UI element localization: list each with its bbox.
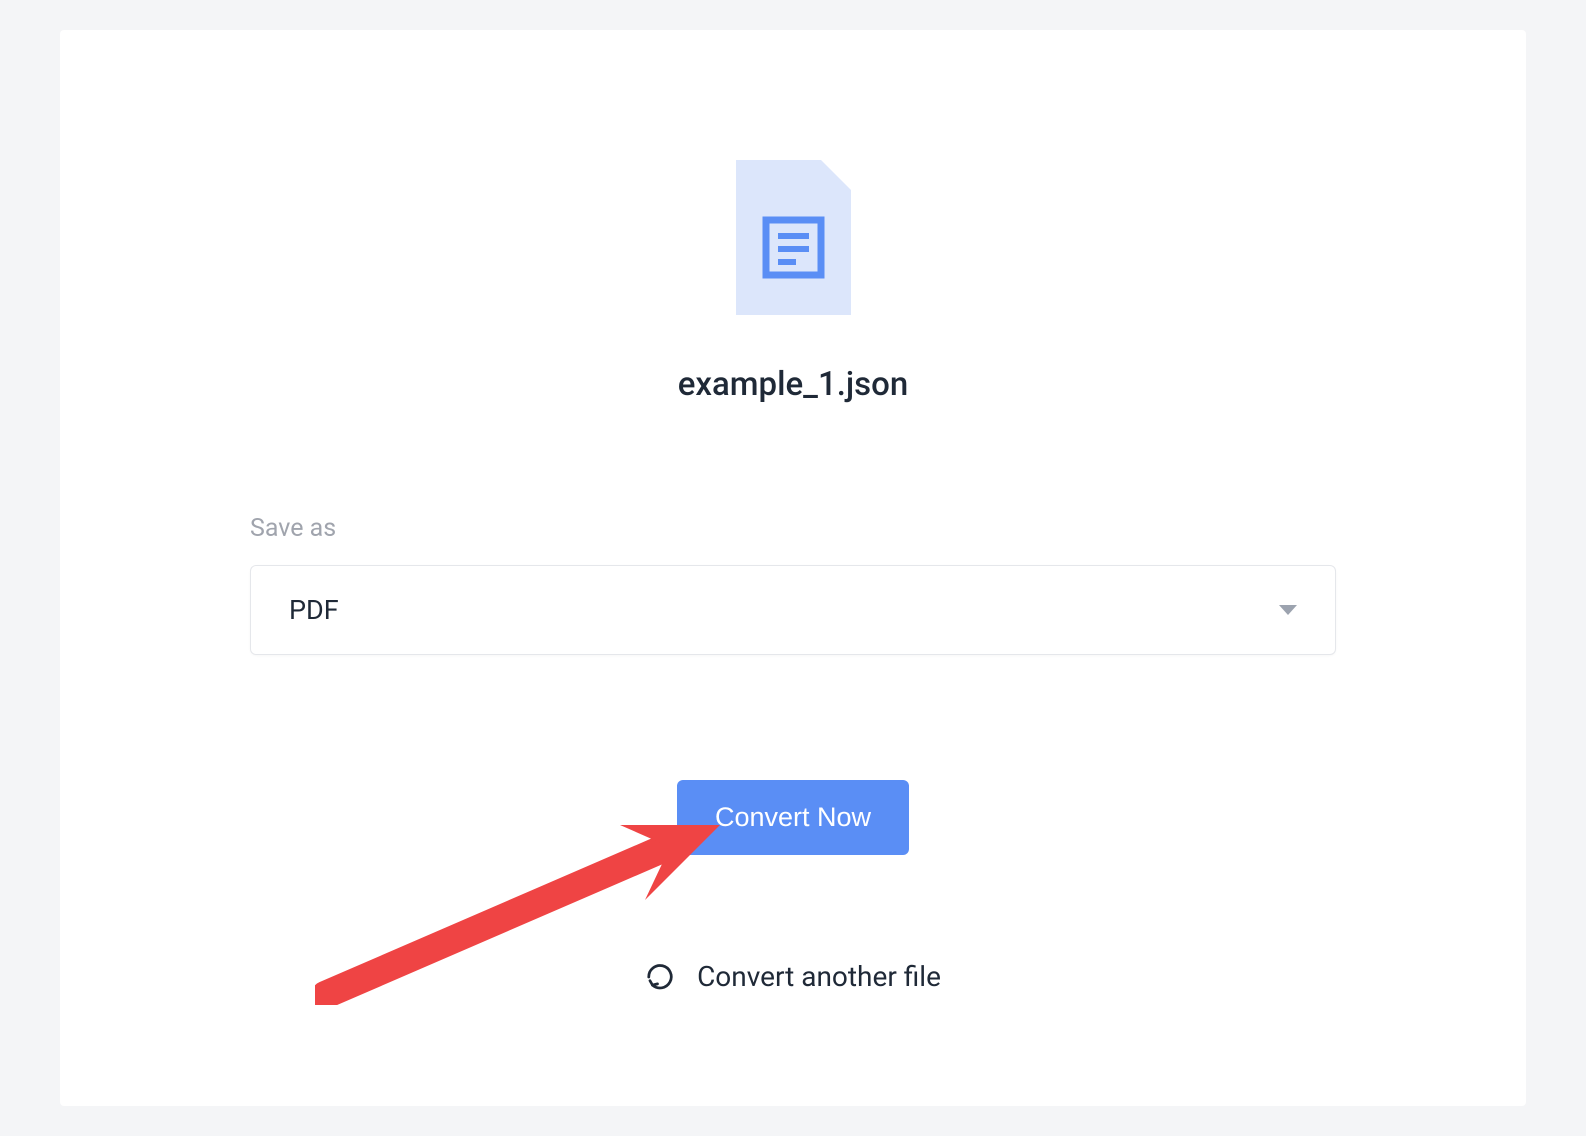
format-select[interactable]: PDF <box>250 565 1336 655</box>
convert-now-button[interactable]: Convert Now <box>677 780 909 855</box>
file-icon-wrapper <box>736 160 851 315</box>
format-select-value: PDF <box>289 594 339 626</box>
converter-card: example_1.json Save as PDF Convert Now C… <box>60 30 1526 1106</box>
format-select-wrapper: PDF <box>250 565 1336 655</box>
save-as-label: Save as <box>250 514 336 543</box>
chevron-down-icon <box>1279 605 1297 615</box>
file-icon <box>736 160 851 315</box>
filename: example_1.json <box>678 365 909 404</box>
convert-another-link[interactable]: Convert another file <box>645 960 941 993</box>
refresh-icon <box>645 962 675 992</box>
convert-another-label: Convert another file <box>697 960 941 993</box>
